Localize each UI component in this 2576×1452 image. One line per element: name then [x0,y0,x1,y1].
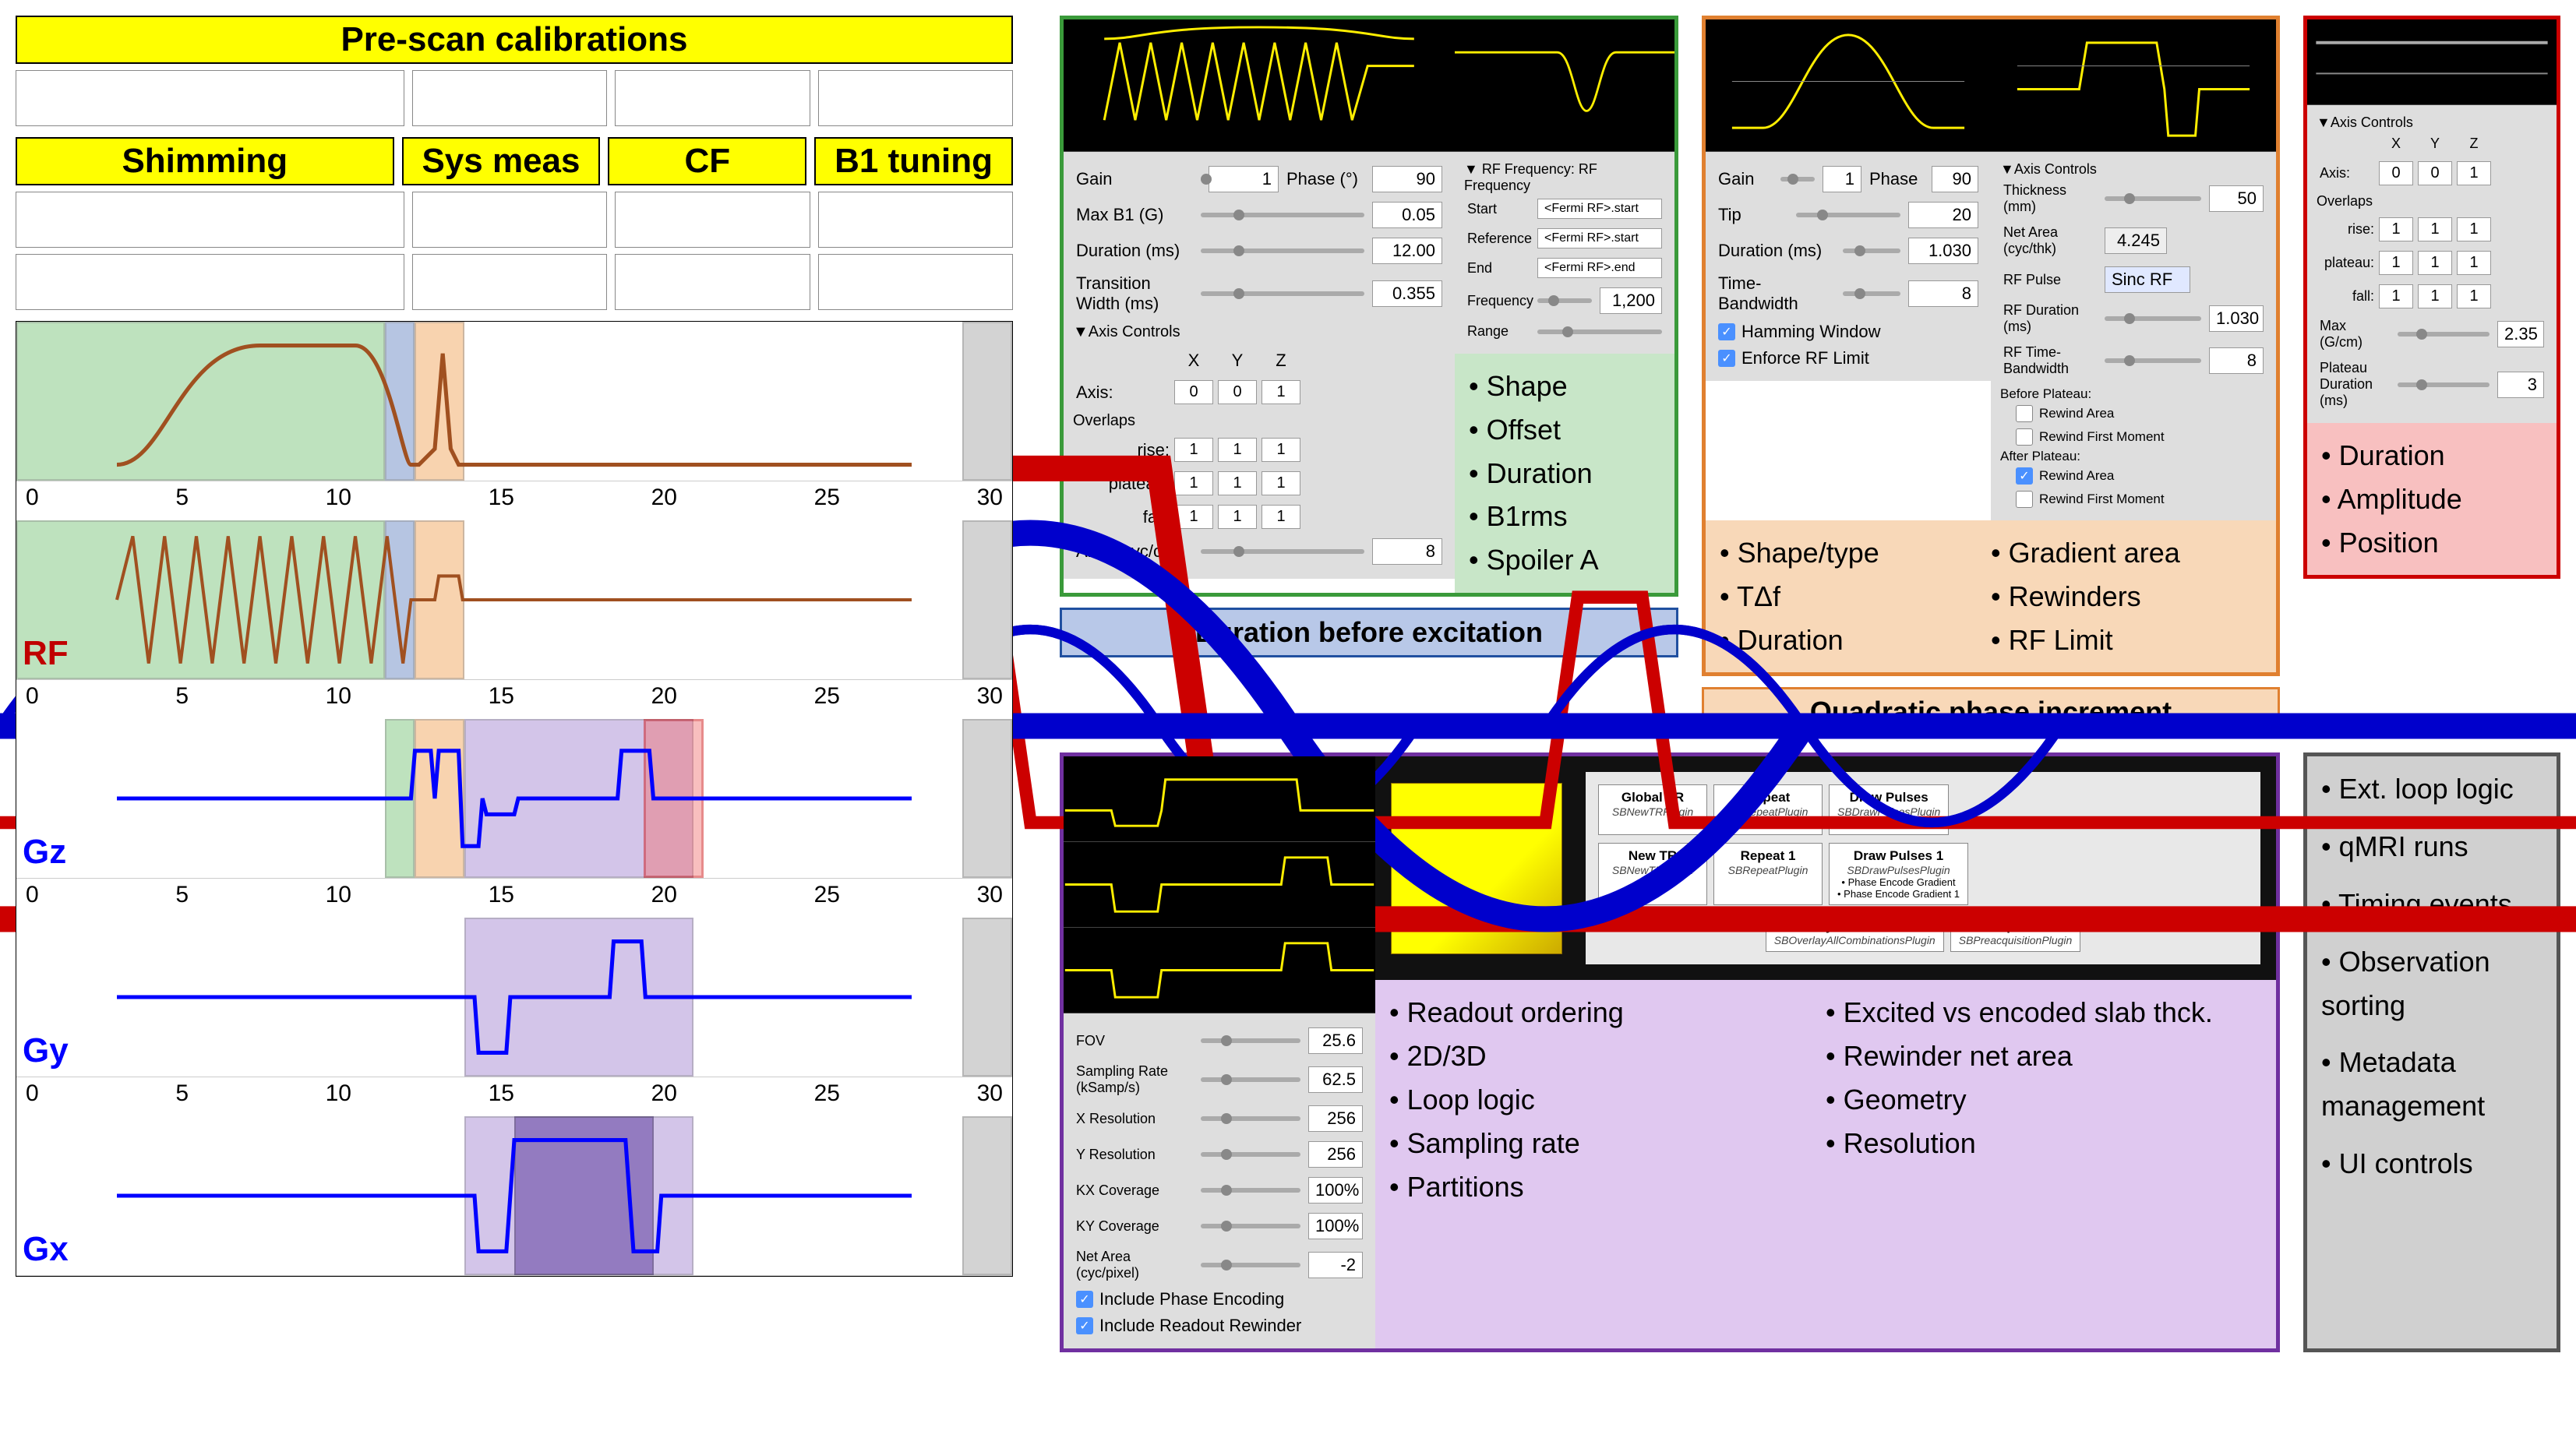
gz-label: Gz [23,833,66,872]
gy-label: Gy [23,1031,69,1070]
sequence-overview: Pre-scan calibrations Shimming Sys meas … [16,16,1013,1352]
duration-slider[interactable] [1201,248,1364,253]
transw-slider[interactable] [1201,291,1364,296]
rf-label: RF [23,634,69,673]
maxb1-slider[interactable] [1201,213,1364,217]
sequence-diagram: 051015202530 RF 051015202530 Gz [16,321,1013,1277]
mini-plot [818,254,1013,310]
area-slider[interactable] [1201,549,1364,554]
gx-label: Gx [23,1230,69,1269]
